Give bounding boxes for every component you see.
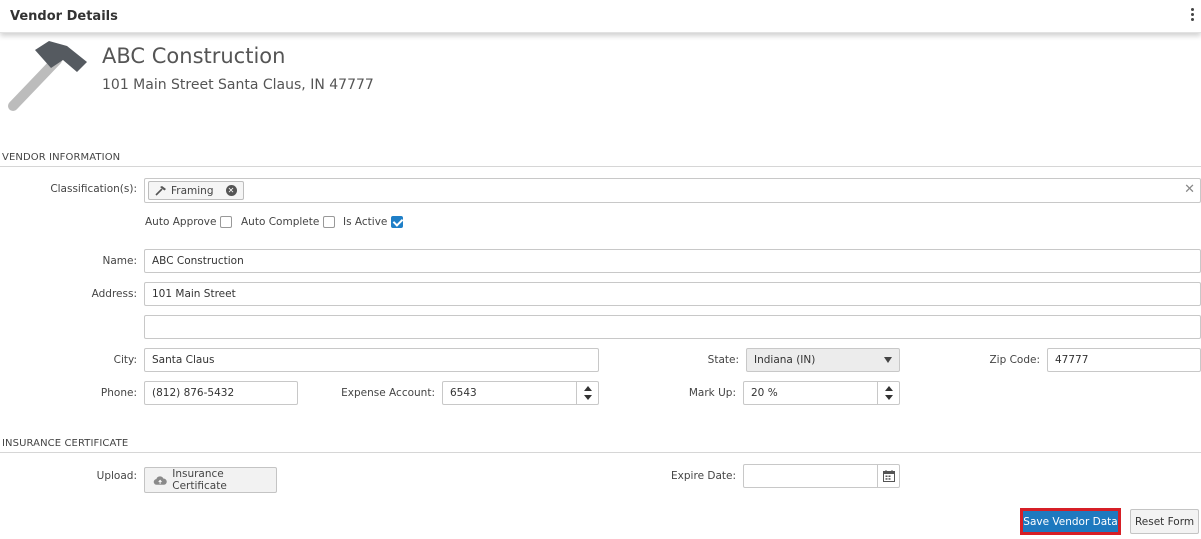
section-divider xyxy=(0,452,1201,453)
state-select[interactable]: Indiana (IN) xyxy=(746,348,900,372)
vendor-address: 101 Main Street Santa Claus, IN 47777 xyxy=(102,77,374,93)
upload-insurance-button[interactable]: Insurance Certificate xyxy=(144,467,277,493)
expire-date-input[interactable] xyxy=(743,464,900,488)
vendor-name: ABC Construction xyxy=(102,44,286,68)
phone-label: Phone: xyxy=(100,387,137,399)
expense-account-value: 6543 xyxy=(450,387,477,399)
zip-label: Zip Code: xyxy=(989,354,1040,366)
hammer-icon xyxy=(8,41,87,111)
spin-up-icon[interactable] xyxy=(885,386,893,391)
upload-button-label: Insurance Certificate xyxy=(172,468,227,492)
panel-title: Vendor Details xyxy=(10,9,118,24)
classification-chip: Framing ✕ xyxy=(148,181,244,200)
expire-date-label: Expire Date: xyxy=(671,470,736,482)
cloud-upload-icon xyxy=(153,475,167,485)
spinner-icon[interactable] xyxy=(576,382,598,404)
save-vendor-button[interactable]: Save Vendor Data xyxy=(1020,508,1121,535)
spin-down-icon[interactable] xyxy=(584,395,592,400)
markup-label: Mark Up: xyxy=(688,387,736,399)
auto-approve-checkbox[interactable]: Auto Approve xyxy=(145,216,233,228)
markup-input[interactable]: 20 % xyxy=(743,381,900,405)
spin-down-icon[interactable] xyxy=(885,395,893,400)
zip-input[interactable] xyxy=(1047,348,1201,372)
spinner-icon[interactable] xyxy=(877,382,899,404)
auto-complete-checkbox[interactable]: Auto Complete xyxy=(241,216,336,228)
auto-approve-label: Auto Approve xyxy=(145,216,217,228)
hammer-icon xyxy=(155,186,166,196)
is-active-checkbox[interactable]: Is Active xyxy=(343,216,404,228)
is-active-label: Is Active xyxy=(343,216,388,228)
upload-label: Upload: xyxy=(96,470,137,482)
kebab-menu-icon[interactable] xyxy=(1189,8,1195,22)
section-divider xyxy=(0,166,1201,167)
state-value: Indiana (IN) xyxy=(754,354,816,366)
auto-complete-label: Auto Complete xyxy=(241,216,320,228)
panel-header: Vendor Details xyxy=(0,0,1201,33)
auto-complete-box[interactable] xyxy=(323,216,336,228)
spin-up-icon[interactable] xyxy=(584,386,592,391)
state-label: State: xyxy=(707,354,739,366)
address-line2-input[interactable] xyxy=(144,315,1201,339)
name-input[interactable] xyxy=(144,249,1201,273)
section-title-vendor-information: VENDOR INFORMATION xyxy=(2,152,121,163)
classification-select[interactable]: Framing ✕ ✕ xyxy=(144,178,1201,203)
city-input[interactable] xyxy=(144,348,599,372)
expense-account-input[interactable]: 6543 xyxy=(442,381,599,405)
address-label: Address: xyxy=(91,288,137,300)
auto-approve-box[interactable] xyxy=(220,216,233,228)
chip-remove-icon[interactable]: ✕ xyxy=(225,185,237,196)
phone-input[interactable] xyxy=(144,381,298,405)
expense-account-label: Expense Account: xyxy=(341,387,435,399)
name-label: Name: xyxy=(102,255,137,267)
chip-label: Framing xyxy=(171,184,214,197)
markup-value: 20 % xyxy=(751,387,778,399)
city-label: City: xyxy=(113,354,137,366)
classification-label: Classification(s): xyxy=(50,183,137,195)
address-line1-input[interactable] xyxy=(144,282,1201,306)
clear-icon[interactable]: ✕ xyxy=(1184,183,1195,197)
calendar-icon[interactable] xyxy=(877,465,899,487)
is-active-box[interactable] xyxy=(391,216,404,228)
reset-form-button[interactable]: Reset Form xyxy=(1130,509,1199,534)
caret-down-icon xyxy=(884,357,892,363)
section-title-insurance: INSURANCE CERTIFICATE xyxy=(2,438,129,449)
